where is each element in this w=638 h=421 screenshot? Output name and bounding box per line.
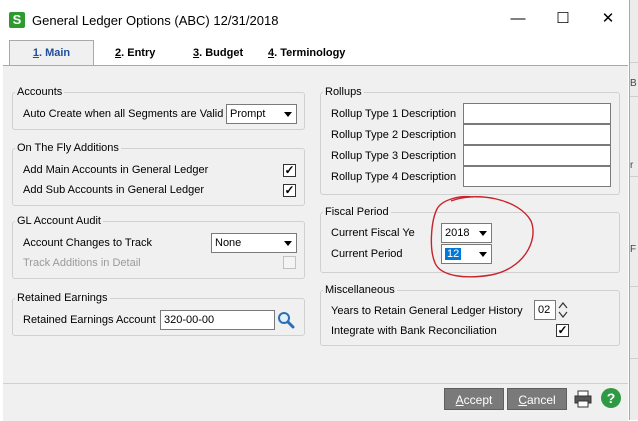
years-to-retain-input[interactable]: 02 [534, 300, 556, 320]
track-additions-label: Track Additions in Detail [23, 257, 141, 269]
integrate-bank-label: Integrate with Bank Reconciliation [331, 325, 497, 337]
chevron-down-icon [284, 241, 292, 246]
accounts-group-title: Accounts [15, 86, 65, 98]
tab-label: . Budget [199, 47, 244, 59]
sage-app-icon: S [9, 12, 25, 28]
years-to-retain-label: Years to Retain General Ledger History [331, 305, 523, 317]
rollup-type-1-input[interactable] [463, 103, 611, 124]
rollup-type-2-input[interactable] [463, 124, 611, 145]
accept-hotkey: A [455, 393, 464, 407]
tab-label: . Terminology [274, 47, 346, 59]
retained-earnings-group-title: Retained Earnings [15, 292, 110, 304]
background-text: B [630, 78, 637, 89]
auto-create-value: Prompt [230, 108, 266, 120]
retained-earnings-label: Retained Earnings Account [23, 314, 156, 326]
window-title: General Ledger Options (ABC) 12/31/2018 [32, 13, 279, 28]
rollup-type-2-label: Rollup Type 2 Description [331, 129, 457, 141]
tab-terminology[interactable]: 4. Terminology [268, 43, 345, 63]
add-main-accounts-checkbox[interactable]: ✓ [283, 164, 296, 177]
fiscal-period-group-title: Fiscal Period [323, 206, 391, 218]
auto-create-select[interactable]: Prompt [226, 104, 297, 124]
tab-main[interactable]: 1. Main [9, 40, 94, 67]
red-annotation-circle [430, 195, 534, 278]
current-fiscal-year-label: Current Fiscal Ye [331, 227, 415, 239]
account-changes-label: Account Changes to Track [23, 237, 153, 249]
account-changes-select[interactable]: None [211, 233, 297, 253]
account-changes-value: None [215, 237, 242, 249]
accept-button[interactable]: Accept [444, 388, 504, 410]
cancel-label: ancel [526, 393, 556, 407]
tab-budget[interactable]: 3. Budget [193, 43, 243, 63]
dialog-window: S General Ledger Options (ABC) 12/31/201… [0, 0, 630, 421]
accept-label: ccept [463, 393, 493, 407]
main-tab-panel: Accounts Auto Create when all Segments a… [3, 65, 628, 384]
miscellaneous-group-title: Miscellaneous [323, 284, 397, 296]
miscellaneous-group [320, 290, 620, 346]
tab-label: . Entry [121, 47, 156, 59]
auto-create-label: Auto Create when all Segments are Valid [23, 108, 224, 120]
chevron-down-icon [284, 112, 292, 117]
printer-icon[interactable] [573, 389, 593, 409]
close-button[interactable]: ✕ [596, 8, 620, 30]
dialog-footer: Accept Cancel ? [3, 383, 628, 421]
background-text: F [630, 244, 637, 255]
tab-entry[interactable]: 2. Entry [115, 43, 155, 63]
cancel-hotkey: C [518, 393, 527, 407]
minimize-button[interactable]: — [506, 8, 530, 30]
maximize-button[interactable]: ☐ [551, 8, 575, 30]
search-icon[interactable] [277, 311, 295, 329]
rollup-type-3-input[interactable] [463, 145, 611, 166]
rollup-type-3-label: Rollup Type 3 Description [331, 150, 457, 162]
cancel-button[interactable]: Cancel [507, 388, 567, 410]
on-the-fly-group-title: On The Fly Additions [15, 142, 121, 154]
background-text: r [630, 160, 634, 171]
rollup-type-4-input[interactable] [463, 166, 611, 187]
rollup-type-1-label: Rollup Type 1 Description [331, 108, 457, 120]
track-additions-checkbox[interactable] [283, 256, 296, 269]
title-bar: S General Ledger Options (ABC) 12/31/201… [0, 0, 629, 40]
background-window-strip [629, 0, 638, 420]
rollup-type-4-label: Rollup Type 4 Description [331, 171, 457, 183]
retained-earnings-input[interactable]: 320-00-00 [160, 310, 275, 330]
tab-label: . Main [38, 47, 71, 59]
tab-bar: 1. Main 2. Entry 3. Budget 4. Terminolog… [0, 40, 629, 67]
add-sub-accounts-label: Add Sub Accounts in General Ledger [23, 184, 205, 196]
current-period-label: Current Period [331, 248, 403, 260]
rollups-group-title: Rollups [323, 86, 364, 98]
add-sub-accounts-checkbox[interactable]: ✓ [283, 184, 296, 197]
integrate-bank-checkbox[interactable]: ✓ [556, 324, 569, 337]
on-the-fly-group [12, 148, 305, 206]
spinner-arrows-icon[interactable] [557, 300, 569, 320]
gl-account-audit-group-title: GL Account Audit [15, 215, 103, 227]
add-main-accounts-label: Add Main Accounts in General Ledger [23, 164, 209, 176]
help-icon[interactable]: ? [601, 388, 621, 408]
